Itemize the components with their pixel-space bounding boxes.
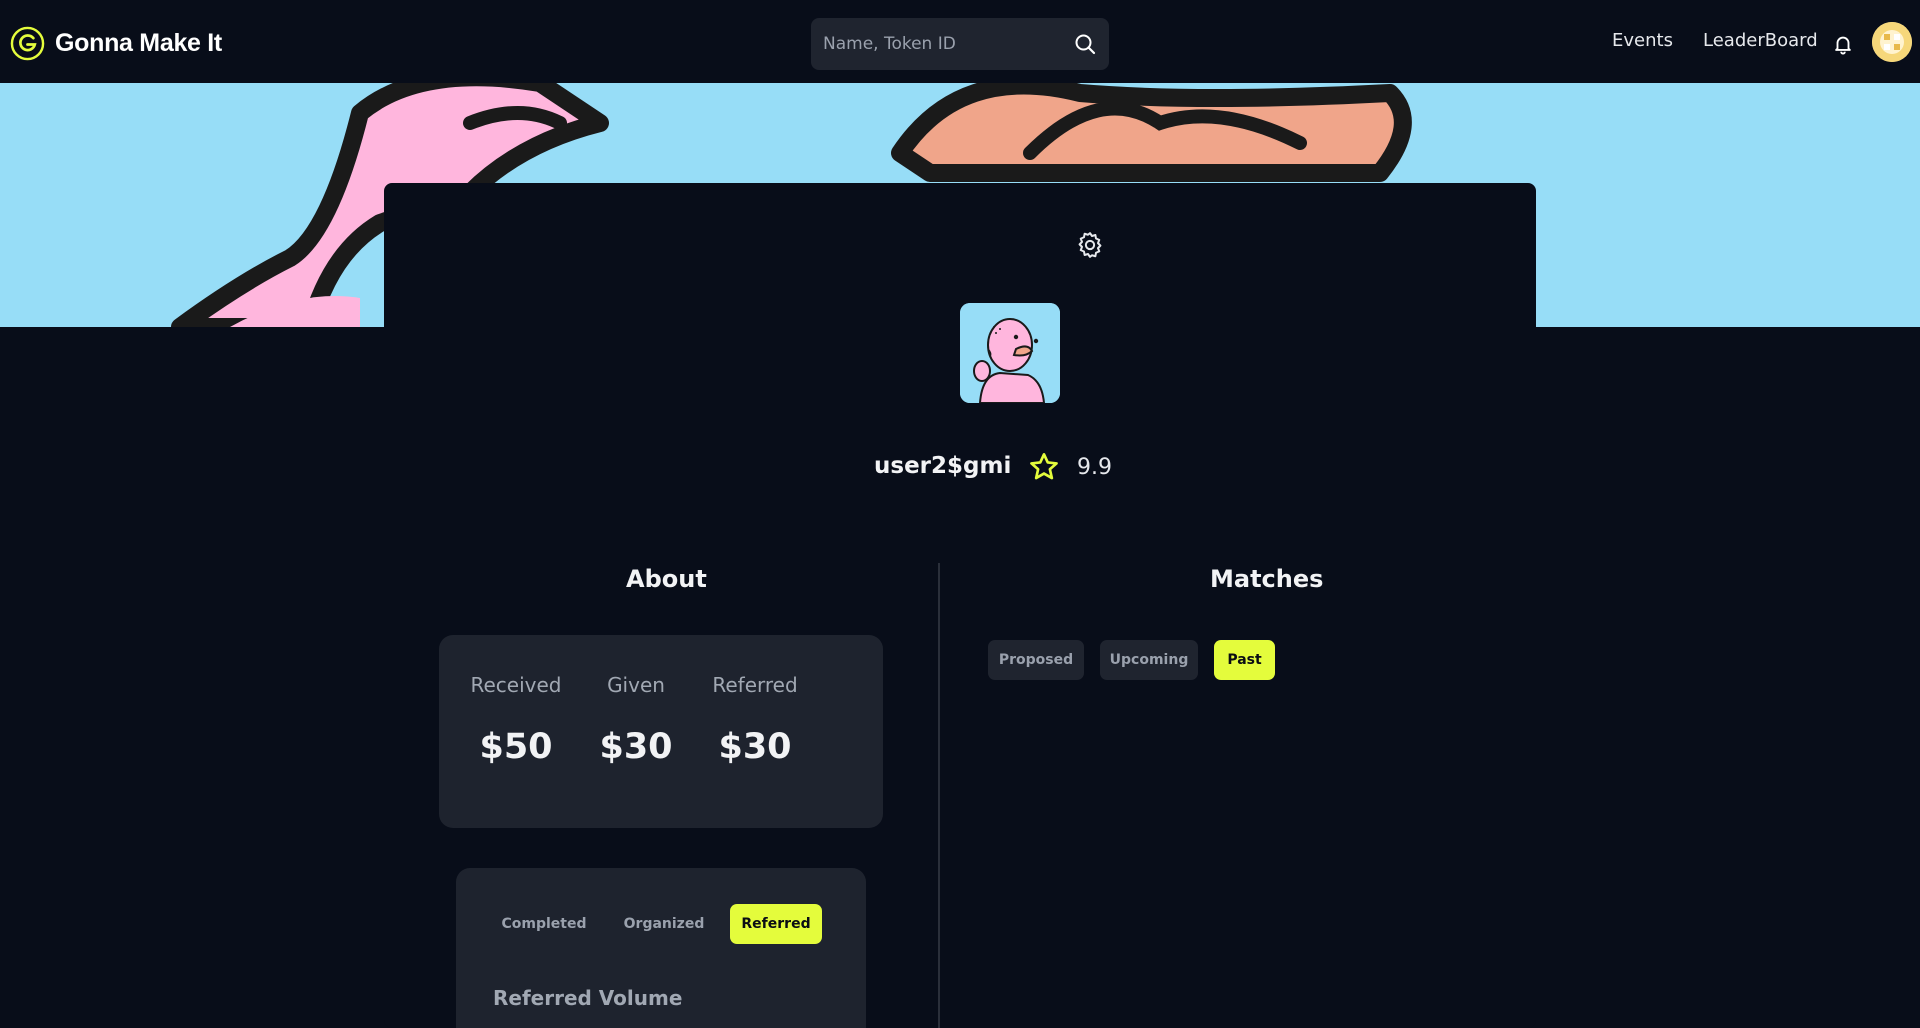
- stat-label: Referred: [712, 673, 798, 697]
- search-input[interactable]: [823, 18, 1063, 70]
- search-icon[interactable]: [1073, 32, 1097, 56]
- tab-organized[interactable]: Organized: [616, 904, 712, 944]
- nav-leaderboard-link[interactable]: LeaderBoard: [1703, 30, 1818, 51]
- brand-name: Gonna Make It: [55, 28, 222, 57]
- about-title: About: [626, 565, 707, 593]
- stat-given: Given $30: [581, 673, 691, 767]
- matches-title: Matches: [1210, 565, 1324, 593]
- filter-proposed[interactable]: Proposed: [988, 640, 1084, 680]
- search-box: [811, 18, 1109, 70]
- filter-past[interactable]: Past: [1214, 640, 1275, 680]
- stat-value: $50: [479, 727, 553, 767]
- profile-avatar: [960, 303, 1060, 403]
- profile-rating: 9.9: [1077, 455, 1112, 480]
- user-avatar[interactable]: [1872, 22, 1912, 62]
- stat-referred: Referred $30: [700, 673, 810, 767]
- stat-label: Given: [607, 673, 665, 697]
- referred-volume-title: Referred Volume: [493, 986, 683, 1010]
- profile-username: user2$gmi: [874, 453, 1012, 479]
- tab-referred[interactable]: Referred: [730, 904, 822, 944]
- brand-logo-icon: [10, 26, 45, 60]
- brand[interactable]: Gonna Make It: [10, 26, 222, 60]
- user-avatar-image: [1872, 22, 1912, 62]
- star-icon: [1030, 453, 1058, 480]
- tab-completed[interactable]: Completed: [496, 904, 592, 944]
- gear-icon[interactable]: [1075, 230, 1105, 260]
- top-navbar: Gonna Make It Events LeaderBoard: [0, 0, 1920, 83]
- stat-label: Received: [470, 673, 562, 697]
- profile-avatar-image: [960, 303, 1060, 403]
- stat-received: Received $50: [461, 673, 571, 767]
- stat-value: $30: [718, 727, 792, 767]
- filter-upcoming[interactable]: Upcoming: [1100, 640, 1198, 680]
- nav-events-link[interactable]: Events: [1612, 30, 1673, 51]
- bell-icon[interactable]: [1832, 33, 1854, 55]
- stat-value: $30: [599, 727, 673, 767]
- column-divider: [938, 563, 940, 1028]
